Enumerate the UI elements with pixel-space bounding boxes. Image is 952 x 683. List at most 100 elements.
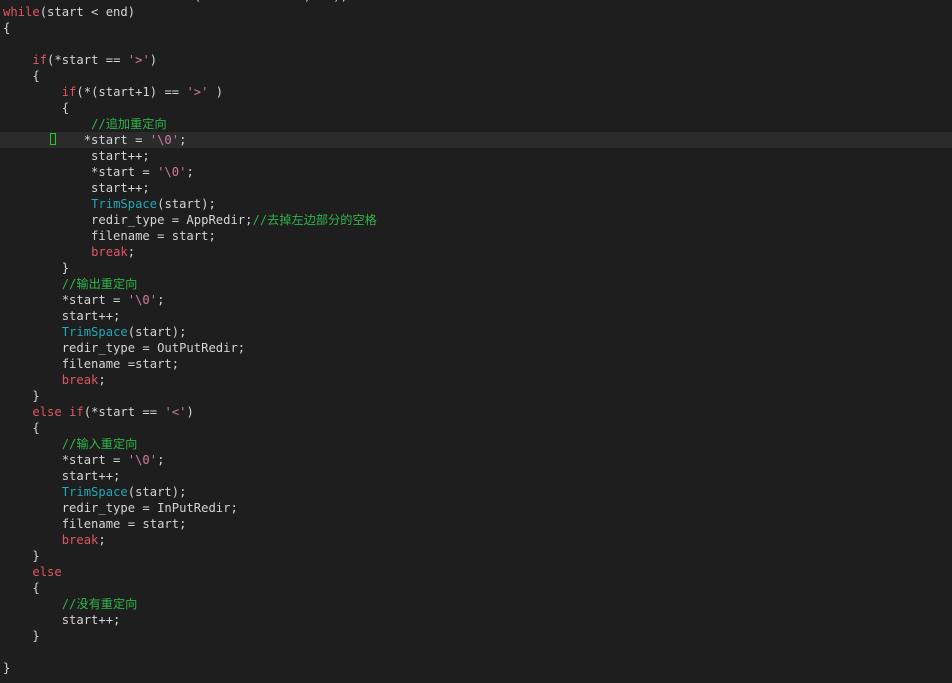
code-token: (start);	[127, 485, 187, 499]
code-token: *start =	[3, 453, 128, 467]
code-line[interactable]: *start = '\0';	[3, 452, 952, 468]
code-line[interactable]: if(*(start+1) == '>' )	[3, 84, 952, 100]
code-token: *start =	[3, 165, 158, 179]
code-token: (start);	[157, 197, 216, 211]
code-token: filename = start;	[3, 517, 187, 531]
code-line[interactable]: filename = start;	[3, 516, 952, 532]
code-line[interactable]: start++;	[3, 148, 952, 164]
code-line[interactable]: filename =start;	[3, 356, 952, 372]
code-token: filename = start;	[3, 229, 216, 243]
code-line[interactable]: else if(*start == '<')	[3, 404, 952, 420]
code-line[interactable]: start++;	[3, 180, 952, 196]
code-token: }	[3, 661, 11, 675]
code-line[interactable]: }	[3, 628, 952, 644]
code-line[interactable]: {	[3, 420, 952, 436]
code-token: ( ) );	[3, 0, 348, 3]
code-token: redir_type = InPutRedir;	[3, 501, 238, 515]
code-line[interactable]: ​	[3, 676, 952, 683]
code-line[interactable]: filename = start;	[3, 228, 952, 244]
code-token: start++;	[3, 181, 150, 195]
code-line[interactable]: start++;	[3, 308, 952, 324]
code-line[interactable]: break;	[3, 244, 952, 260]
code-line[interactable]: redir_type = OutPutRedir;	[3, 340, 952, 356]
code-token: )	[149, 53, 158, 67]
code-line[interactable]: //输入重定向	[3, 436, 952, 452]
string-literal: '>'	[186, 85, 209, 99]
code-token: ;	[186, 165, 194, 179]
code-line[interactable]: start++;	[3, 612, 952, 628]
code-line[interactable]: {	[3, 100, 952, 116]
code-token: )	[186, 405, 194, 419]
code-line[interactable]: }	[3, 388, 952, 404]
code-line[interactable]: {	[3, 68, 952, 84]
code-token: redir_type = AppRedir;	[3, 213, 253, 227]
code-token: }	[3, 261, 70, 275]
code-line[interactable]: }	[3, 260, 952, 276]
code-line[interactable]: *start = '\0';	[3, 292, 952, 308]
code-line[interactable]: {	[3, 580, 952, 596]
code-line[interactable]: TrimSpace(start);	[3, 484, 952, 500]
code-token: {	[3, 421, 40, 435]
code-line[interactable]: ​	[3, 36, 952, 52]
code-line[interactable]: }	[3, 660, 952, 676]
code-line[interactable]: TrimSpace(start);	[3, 324, 952, 340]
code-line[interactable]: {	[3, 20, 952, 36]
code-token: (start);	[127, 325, 187, 339]
code-line-current[interactable]: *start = '\0';	[0, 132, 952, 148]
code-line[interactable]: start++;	[3, 468, 952, 484]
code-token: ;	[127, 245, 136, 259]
code-line[interactable]: else	[3, 564, 952, 580]
code-line[interactable]: redir_type = InPutRedir;	[3, 500, 952, 516]
code-token: }	[3, 549, 40, 563]
string-literal: '\0'	[149, 133, 180, 147]
code-token: start++;	[3, 149, 150, 163]
code-token: ;	[157, 293, 165, 307]
code-line[interactable]: while(start < end)	[3, 4, 952, 20]
function-name: TrimSpace	[61, 485, 128, 499]
code-token: ;	[98, 373, 106, 387]
comment-token: //输入重定向	[61, 437, 138, 451]
code-token: filename =start;	[3, 357, 180, 371]
code-token: (*start ==	[47, 53, 128, 67]
code-line[interactable]: if(*start == '>')	[3, 52, 952, 68]
code-area[interactable]: ( ) );while(start < end){​ if(*start == …	[0, 0, 952, 683]
comment-token: //去掉左边部分的空格	[252, 213, 377, 227]
keyword-token: if	[61, 85, 77, 99]
code-token: (*start ==	[83, 405, 165, 419]
keyword-token: break	[61, 533, 99, 547]
code-line[interactable]: break;	[3, 532, 952, 548]
code-line[interactable]: ​	[3, 644, 952, 660]
code-editor[interactable]: ( ) );while(start < end){​ if(*start == …	[0, 0, 952, 683]
code-line[interactable]: //追加重定向	[3, 116, 952, 132]
code-line[interactable]: //输出重定向	[3, 276, 952, 292]
function-name: TrimSpace	[61, 325, 128, 339]
code-line[interactable]: TrimSpace(start);	[3, 196, 952, 212]
code-token: ;	[179, 133, 187, 147]
code-line[interactable]: *start = '\0';	[3, 164, 952, 180]
code-line[interactable]: redir_type = AppRedir;//去掉左边部分的空格	[3, 212, 952, 228]
code-token: (*(start+1) ==	[76, 85, 187, 99]
code-token: start++;	[3, 309, 121, 323]
code-line[interactable]: //没有重定向	[3, 596, 952, 612]
code-line[interactable]: }	[3, 548, 952, 564]
code-token: *start =	[3, 133, 150, 147]
keyword-token: break	[61, 373, 99, 387]
code-token: redir_type = OutPutRedir;	[3, 341, 246, 355]
code-line[interactable]: break;	[3, 372, 952, 388]
code-token: start++;	[3, 613, 121, 627]
code-token: ;	[98, 533, 106, 547]
string-literal: '>'	[127, 53, 150, 67]
code-token: {	[3, 581, 40, 595]
